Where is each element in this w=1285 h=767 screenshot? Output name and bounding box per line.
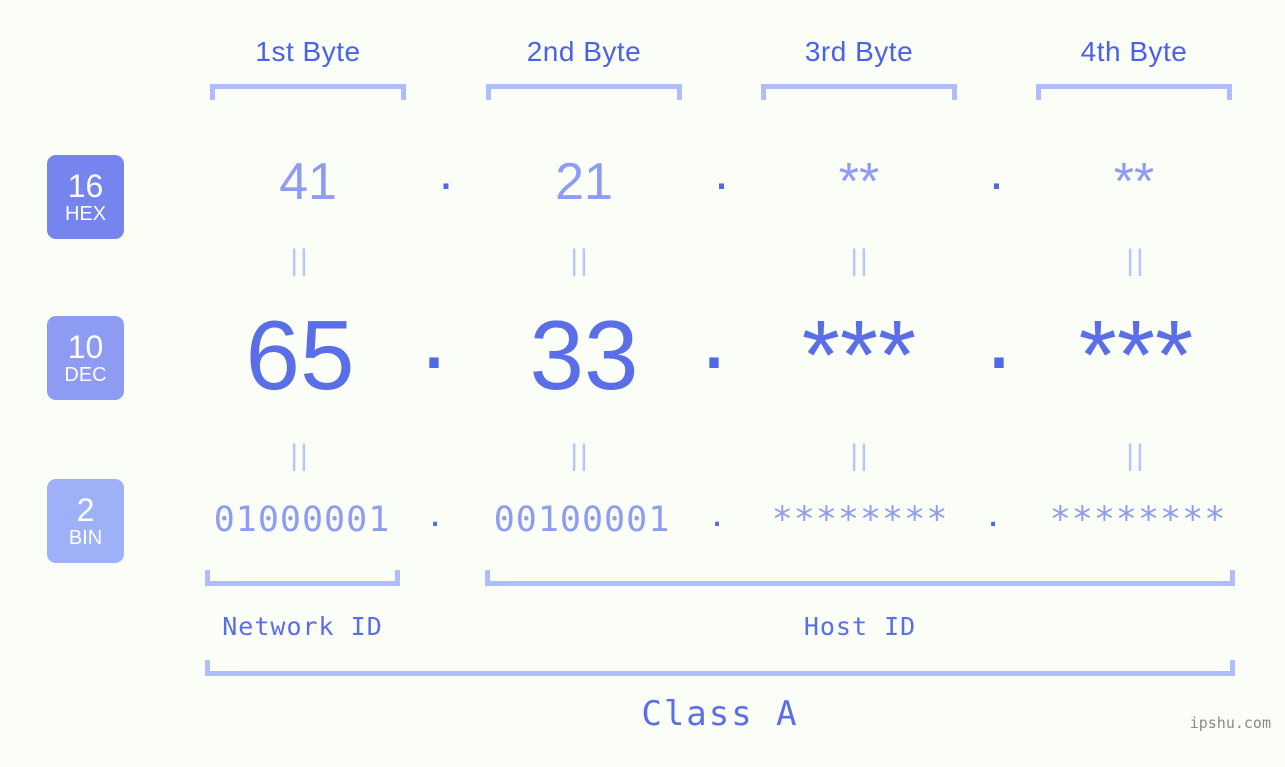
byte-bracket-3	[761, 84, 957, 100]
host-id-bracket	[485, 570, 1235, 586]
dec-byte-1-value: 65	[245, 300, 355, 410]
bin-byte-3-value: ********	[771, 500, 949, 540]
host-id-label-text: Host ID	[803, 612, 917, 641]
ip-address-breakdown-diagram: 1st Byte 2nd Byte 3rd Byte 4th Byte 16 H…	[0, 0, 1285, 767]
bin-separator-2: .	[711, 491, 723, 535]
hex-byte-2-value: 21	[555, 153, 613, 211]
equality-mark-hex-dec-1: ||	[290, 244, 310, 277]
network-id-label-text: Network ID	[222, 612, 383, 641]
bin-byte-1-value: 01000001	[213, 500, 391, 540]
bin-separator-1: .	[429, 491, 441, 535]
host-id-label: Host ID	[485, 610, 1235, 644]
hex-separator-2: .	[714, 143, 729, 201]
radix-badge-bin-number: 2	[76, 491, 95, 528]
byte-header-3: 3rd Byte	[761, 32, 957, 72]
dec-byte-3-value: ***	[801, 300, 917, 410]
hex-separator-1: .	[438, 143, 454, 201]
byte-header-4-label: 4th Byte	[1080, 36, 1188, 67]
byte-header-2-label: 2nd Byte	[526, 36, 642, 67]
byte-bracket-1	[210, 84, 406, 100]
radix-badge-dec[interactable]: 10 DEC	[47, 316, 124, 400]
bin-separator-3: .	[987, 491, 999, 535]
dec-byte-4-value: ***	[1078, 300, 1194, 410]
radix-badge-dec-number: 10	[67, 328, 104, 365]
radix-badge-bin-name: BIN	[68, 526, 103, 549]
watermark: ipshu.com	[1189, 714, 1271, 732]
byte-header-2: 2nd Byte	[486, 32, 682, 72]
class-label-text: Class A	[641, 694, 799, 734]
byte-header-1-label: 1st Byte	[255, 36, 361, 67]
dec-separator-3: .	[985, 279, 1013, 389]
equality-mark-dec-bin-1: ||	[290, 439, 310, 472]
dec-separator-1: .	[420, 279, 448, 389]
class-label: Class A	[205, 694, 1235, 734]
equality-mark-hex-dec-4: ||	[1126, 244, 1146, 277]
equality-mark-hex-dec-2: ||	[570, 244, 590, 277]
dec-separator-2: .	[700, 279, 728, 389]
dec-byte-2-value: 33	[529, 300, 639, 410]
bin-byte-2-value: 00100001	[493, 500, 671, 540]
hex-byte-1-value: 41	[279, 153, 337, 211]
radix-badge-hex-name: HEX	[64, 202, 107, 225]
equality-mark-hex-dec-3: ||	[850, 244, 870, 277]
byte-bracket-2	[486, 84, 682, 100]
equality-mark-dec-bin-4: ||	[1126, 439, 1146, 472]
equality-mark-dec-bin-2: ||	[570, 439, 590, 472]
radix-badge-dec-name: DEC	[64, 363, 107, 386]
byte-header-4: 4th Byte	[1036, 32, 1232, 72]
radix-badge-hex-number: 16	[67, 167, 104, 204]
radix-badge-bin[interactable]: 2 BIN	[47, 479, 124, 563]
byte-header-3-label: 3rd Byte	[804, 36, 914, 67]
network-id-bracket	[205, 570, 400, 586]
hex-byte-3-value: **	[838, 153, 880, 211]
byte-bracket-4	[1036, 84, 1232, 100]
class-bracket	[205, 660, 1235, 676]
hex-separator-3: .	[989, 143, 1004, 201]
bin-byte-4-value: ********	[1049, 500, 1227, 540]
byte-header-1: 1st Byte	[210, 32, 406, 72]
hex-byte-4-value: **	[1113, 153, 1155, 211]
equality-mark-dec-bin-3: ||	[850, 439, 870, 472]
network-id-label: Network ID	[205, 610, 400, 644]
radix-badge-hex[interactable]: 16 HEX	[47, 155, 124, 239]
